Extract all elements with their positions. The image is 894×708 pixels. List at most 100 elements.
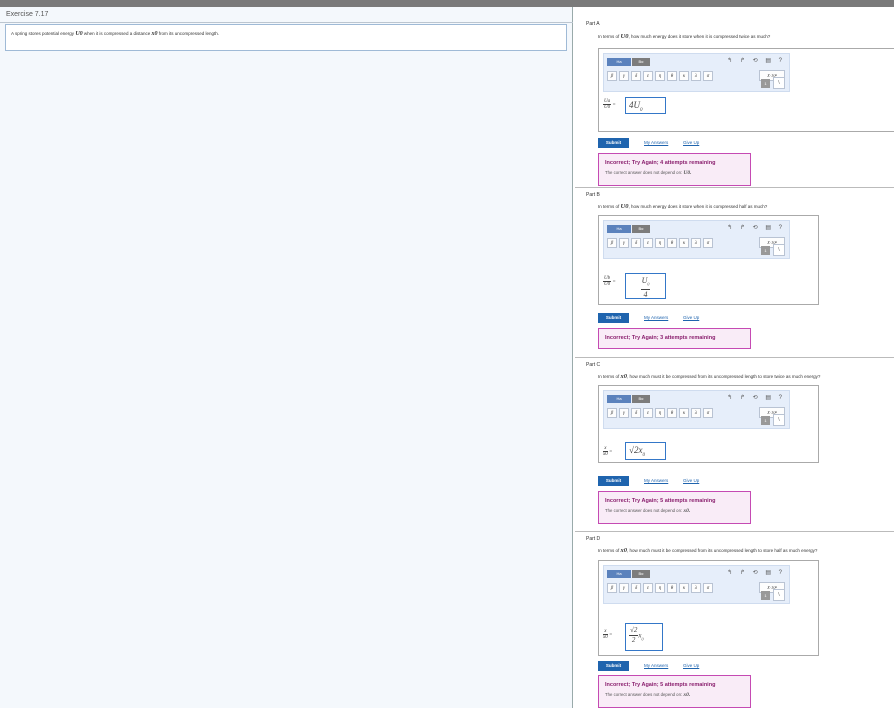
key-kappa[interactable]: κ — [679, 71, 689, 81]
key-eta[interactable]: η — [655, 238, 665, 248]
math-toolbar: Ha Bα ↰ ↱ ⟲ ▤ ? β γ δ ε η θ κ λ σ X·10ⁿ … — [603, 390, 790, 429]
templates-tab[interactable]: Ha — [607, 225, 631, 233]
greek-tab[interactable]: Bα — [632, 225, 650, 233]
gray-key[interactable]: 1 — [761, 246, 770, 255]
key-kappa[interactable]: κ — [679, 238, 689, 248]
part-c: Part C In terms of x0, how much must it … — [575, 357, 894, 532]
equation-label: x x0 = — [603, 629, 613, 640]
templates-tab[interactable]: Ha — [607, 570, 631, 578]
key-delta[interactable]: δ — [631, 71, 641, 81]
key-lambda[interactable]: λ — [691, 71, 701, 81]
part-label: Part B — [586, 192, 600, 198]
key-theta[interactable]: θ — [667, 238, 677, 248]
part-label: Part D — [586, 536, 601, 542]
key-eta[interactable]: η — [655, 408, 665, 418]
top-bar — [0, 0, 894, 7]
answer-input[interactable]: U0 4 — [625, 273, 666, 299]
submit-button[interactable]: Submit — [598, 138, 629, 148]
key-lambda[interactable]: λ — [691, 408, 701, 418]
part-b: Part B In terms of U0, how much energy d… — [575, 187, 894, 357]
feedback-box: Incorrect; Try Again; 3 attempts remaini… — [598, 328, 751, 349]
give-up-link[interactable]: Give Up — [683, 315, 699, 320]
key-kappa[interactable]: κ — [679, 583, 689, 593]
answer-value: √2x — [629, 445, 643, 455]
exercise-intro: A spring stores potential energy U0 when… — [5, 24, 567, 51]
templates-tab[interactable]: Ha — [607, 395, 631, 403]
key-kappa[interactable]: κ — [679, 408, 689, 418]
key-theta[interactable]: θ — [667, 583, 677, 593]
key-delta[interactable]: δ — [631, 583, 641, 593]
key-beta[interactable]: β — [607, 238, 617, 248]
feedback-box: Incorrect; Try Again; 4 attempts remaini… — [598, 153, 751, 186]
feedback-title: Incorrect; Try Again; 4 attempts remaini… — [605, 160, 716, 166]
key-beta[interactable]: β — [607, 71, 617, 81]
key-eta[interactable]: η — [655, 583, 665, 593]
key-epsilon[interactable]: ε — [643, 238, 653, 248]
greek-tab[interactable]: Bα — [632, 395, 650, 403]
submit-button[interactable]: Submit — [598, 313, 629, 323]
answer-input[interactable]: √2x0 — [625, 442, 666, 460]
key-theta[interactable]: θ — [667, 71, 677, 81]
my-answers-link[interactable]: My Answers — [644, 140, 668, 145]
backslash-key[interactable]: \ — [773, 77, 785, 89]
intro-suffix: from its uncompressed length. — [158, 31, 220, 36]
key-gamma[interactable]: γ — [619, 408, 629, 418]
greek-keys: β γ δ ε η θ κ λ σ — [607, 71, 713, 81]
key-epsilon[interactable]: ε — [643, 583, 653, 593]
question-prefix: In terms of — [598, 34, 620, 39]
answer-box: Ha Bα ↰ ↱ ⟲ ▤ ? β γ δ ε η θ κ λ σ X·10ⁿ … — [598, 385, 819, 463]
editor-tools[interactable]: ↰ ↱ ⟲ ▤ ? — [727, 57, 785, 64]
greek-tab[interactable]: Bα — [632, 570, 650, 578]
editor-tools[interactable]: ↰ ↱ ⟲ ▤ ? — [727, 394, 785, 401]
key-gamma[interactable]: γ — [619, 238, 629, 248]
key-sigma[interactable]: σ — [703, 583, 713, 593]
key-beta[interactable]: β — [607, 583, 617, 593]
give-up-link[interactable]: Give Up — [683, 140, 699, 145]
editor-tools[interactable]: ↰ ↱ ⟲ ▤ ? — [727, 569, 785, 576]
part-label: Part C — [586, 362, 601, 368]
backslash-key[interactable]: \ — [773, 589, 785, 601]
backslash-key[interactable]: \ — [773, 244, 785, 256]
key-delta[interactable]: δ — [631, 238, 641, 248]
key-gamma[interactable]: γ — [619, 583, 629, 593]
math-toolbar: Ha Bα ↰ ↱ ⟲ ▤ ? β γ δ ε η θ κ λ σ X·10ⁿ … — [603, 53, 790, 92]
answer-input[interactable]: 4U0 — [625, 97, 666, 114]
question: In terms of x0, how much must it be comp… — [598, 547, 818, 554]
action-row: Submit My Answers Give Up — [598, 313, 798, 323]
templates-tab[interactable]: Ha — [607, 58, 631, 66]
greek-keys: β γ δ ε η θ κ λ σ — [607, 583, 713, 593]
key-lambda[interactable]: λ — [691, 583, 701, 593]
my-answers-link[interactable]: My Answers — [644, 478, 668, 483]
key-gamma[interactable]: γ — [619, 71, 629, 81]
submit-button[interactable]: Submit — [598, 476, 629, 486]
key-epsilon[interactable]: ε — [643, 71, 653, 81]
key-eta[interactable]: η — [655, 71, 665, 81]
key-beta[interactable]: β — [607, 408, 617, 418]
key-delta[interactable]: δ — [631, 408, 641, 418]
key-sigma[interactable]: σ — [703, 238, 713, 248]
key-sigma[interactable]: σ — [703, 408, 713, 418]
my-answers-link[interactable]: My Answers — [644, 663, 668, 668]
answer-subscript: 0 — [640, 107, 643, 113]
give-up-link[interactable]: Give Up — [683, 663, 699, 668]
key-epsilon[interactable]: ε — [643, 408, 653, 418]
give-up-link[interactable]: Give Up — [683, 478, 699, 483]
intro-mid: when it is compressed a distance — [83, 31, 151, 36]
key-lambda[interactable]: λ — [691, 238, 701, 248]
my-answers-link[interactable]: My Answers — [644, 315, 668, 320]
key-sigma[interactable]: σ — [703, 71, 713, 81]
parts-pane: Part A In terms of U0, how much energy d… — [575, 7, 894, 708]
answer-denominator: 2 — [631, 636, 636, 644]
question: In terms of U0, how much energy does it … — [598, 33, 770, 40]
submit-button[interactable]: Submit — [598, 661, 629, 671]
key-theta[interactable]: θ — [667, 408, 677, 418]
backslash-key[interactable]: \ — [773, 414, 785, 426]
greek-tab[interactable]: Bα — [632, 58, 650, 66]
feedback-box: Incorrect; Try Again; 5 attempts remaini… — [598, 675, 751, 708]
gray-key[interactable]: 1 — [761, 79, 770, 88]
gray-key[interactable]: 1 — [761, 416, 770, 425]
gray-key[interactable]: 1 — [761, 591, 770, 600]
feedback-title: Incorrect; Try Again; 3 attempts remaini… — [605, 335, 716, 341]
answer-input[interactable]: √2 2 x0 — [625, 623, 663, 651]
editor-tools[interactable]: ↰ ↱ ⟲ ▤ ? — [727, 224, 785, 231]
